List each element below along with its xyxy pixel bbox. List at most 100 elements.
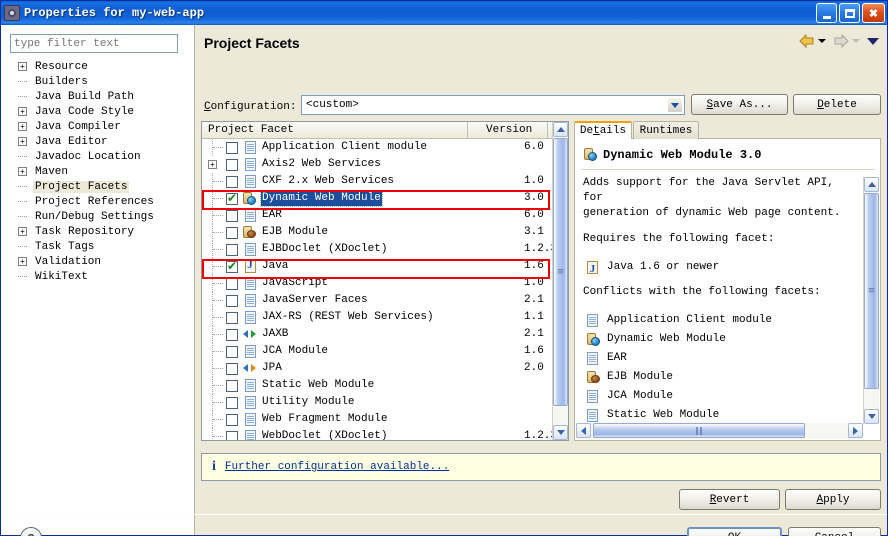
facet-checkbox[interactable] <box>226 176 238 188</box>
facet-checkbox[interactable] <box>226 278 238 290</box>
table-row[interactable]: Static Web Module <box>202 377 553 394</box>
facet-checkbox[interactable] <box>226 227 238 239</box>
table-row[interactable]: JAX-RS (REST Web Services) 1.1 <box>202 309 553 326</box>
table-row[interactable]: WebDoclet (XDoclet) 1.2.3 <box>202 428 557 440</box>
table-row[interactable]: CXF 2.x Web Services 1.0 <box>202 173 553 190</box>
details-scroll-up-icon[interactable] <box>864 177 879 192</box>
sidebar-item-builders[interactable]: Builders <box>1 74 195 89</box>
facet-name: Java <box>262 260 289 272</box>
revert-button[interactable]: Revert <box>679 489 780 510</box>
scroll-right-icon[interactable] <box>848 423 863 438</box>
table-row[interactable]: Dynamic Web Module 3.0 <box>202 190 553 207</box>
arrows-orange-icon <box>243 362 257 376</box>
table-row[interactable]: Application Client module 6.0 <box>202 139 553 156</box>
table-row[interactable]: JavaScript 1.0 <box>202 275 553 292</box>
sidebar-item-java-build-path[interactable]: Java Build Path <box>1 89 195 104</box>
cancel-button[interactable]: Cancel <box>788 527 881 536</box>
facet-checkbox[interactable] <box>226 346 238 358</box>
back-arrow-icon[interactable] <box>799 34 815 48</box>
filter-input[interactable] <box>10 34 178 53</box>
facet-checkbox[interactable] <box>226 244 238 256</box>
further-configuration-link[interactable]: Further configuration available... <box>225 461 449 473</box>
sidebar-item-java-code-style[interactable]: + Java Code Style <box>1 104 195 119</box>
facet-version: 1.0 <box>524 277 544 289</box>
sidebar-item-javadoc-location[interactable]: Javadoc Location <box>1 149 195 164</box>
table-row[interactable]: EJB Module 3.1 <box>202 224 553 241</box>
facet-checkbox[interactable] <box>226 329 238 341</box>
tab-details[interactable]: Details <box>574 121 632 139</box>
facet-table-scrollbar[interactable] <box>552 122 568 440</box>
sidebar-item-validation[interactable]: + Validation <box>1 254 195 269</box>
sidebar-item-java-compiler[interactable]: + Java Compiler <box>1 119 195 134</box>
expand-toggle-icon[interactable]: + <box>18 257 27 266</box>
tree-guide <box>212 241 224 258</box>
details-horizontal-scrollbar[interactable] <box>576 423 863 439</box>
scroll-left-icon[interactable] <box>576 423 591 438</box>
scroll-thumb[interactable] <box>553 138 568 406</box>
sidebar-item-project-facets[interactable]: Project Facets <box>1 179 195 194</box>
table-row[interactable]: Web Fragment Module <box>202 411 553 428</box>
facet-checkbox[interactable] <box>226 363 238 375</box>
sidebar-item-project-references[interactable]: Project References <box>1 194 195 209</box>
facet-name: EAR <box>262 209 282 221</box>
list-item: Application Client module <box>583 311 855 330</box>
scroll-up-icon[interactable] <box>553 122 568 137</box>
minimize-button[interactable] <box>816 3 837 23</box>
expand-toggle-icon[interactable]: + <box>18 107 27 116</box>
details-hscroll-thumb[interactable] <box>593 423 805 438</box>
page-menu-caret-icon[interactable] <box>867 37 879 45</box>
sidebar-item-run-debug-settings[interactable]: Run/Debug Settings <box>1 209 195 224</box>
save-as-button[interactable]: Save As... <box>691 94 788 115</box>
delete-button[interactable]: Delete <box>793 94 881 115</box>
back-history-caret-icon[interactable] <box>818 39 826 43</box>
facet-checkbox[interactable] <box>226 397 238 409</box>
expand-toggle-icon[interactable]: + <box>18 122 27 131</box>
table-row[interactable]: JCA Module 1.6 <box>202 343 553 360</box>
facet-checkbox[interactable] <box>226 210 238 222</box>
expand-toggle-icon[interactable]: + <box>18 137 27 146</box>
maximize-button[interactable] <box>839 3 860 23</box>
column-header-version[interactable]: Version <box>468 122 548 138</box>
details-vertical-scrollbar[interactable] <box>863 177 879 424</box>
expand-toggle-icon[interactable]: + <box>18 62 27 71</box>
facet-checkbox[interactable] <box>226 159 238 171</box>
sidebar-item-label: Validation <box>35 255 102 268</box>
table-row[interactable]: Java 1.6 <box>202 258 553 275</box>
table-row[interactable]: Utility Module <box>202 394 553 411</box>
table-row[interactable]: EAR 6.0 <box>202 207 553 224</box>
sidebar-item-task-tags[interactable]: Task Tags <box>1 239 195 254</box>
facet-checkbox[interactable] <box>226 191 238 205</box>
facet-checkbox[interactable] <box>226 295 238 307</box>
facet-checkbox[interactable] <box>226 142 238 154</box>
facet-version: 1.6 <box>524 260 544 272</box>
sidebar-item-wikitext[interactable]: WikiText <box>1 269 195 284</box>
facet-checkbox[interactable] <box>226 380 238 392</box>
chevron-down-icon[interactable] <box>667 97 683 113</box>
close-button[interactable]: ✖ <box>862 3 885 23</box>
ok-button[interactable]: OK <box>687 527 782 536</box>
sidebar-item-maven[interactable]: + Maven <box>1 164 195 179</box>
facet-checkbox[interactable] <box>226 259 238 273</box>
expand-toggle-icon[interactable]: + <box>208 160 217 169</box>
table-row[interactable]: JPA 2.0 <box>202 360 553 377</box>
expand-toggle-icon[interactable]: + <box>18 167 27 176</box>
sidebar-item-resource[interactable]: + Resource <box>1 59 195 74</box>
tree-guide <box>212 326 224 343</box>
facet-checkbox[interactable] <box>226 312 238 324</box>
table-row[interactable]: JavaServer Faces 2.1 <box>202 292 553 309</box>
configuration-combo[interactable]: <custom> <box>301 95 685 115</box>
facet-checkbox[interactable] <box>226 431 238 440</box>
sidebar-item-java-editor[interactable]: + Java Editor <box>1 134 195 149</box>
apply-button[interactable]: Apply <box>785 489 881 510</box>
table-row[interactable]: JAXB 2.1 <box>202 326 553 343</box>
details-scroll-down-icon[interactable] <box>864 409 879 424</box>
table-row[interactable]: + Axis2 Web Services <box>202 156 553 173</box>
tab-runtimes[interactable]: Runtimes <box>633 121 699 139</box>
table-row[interactable]: EJBDoclet (XDoclet) 1.2.3 <box>202 241 557 258</box>
sidebar-item-task-repository[interactable]: + Task Repository <box>1 224 195 239</box>
scroll-down-icon[interactable] <box>553 425 568 440</box>
facet-checkbox[interactable] <box>226 414 238 426</box>
column-header-facet[interactable]: Project Facet <box>202 122 468 138</box>
details-scroll-thumb[interactable] <box>864 193 879 389</box>
expand-toggle-icon[interactable]: + <box>18 227 27 236</box>
